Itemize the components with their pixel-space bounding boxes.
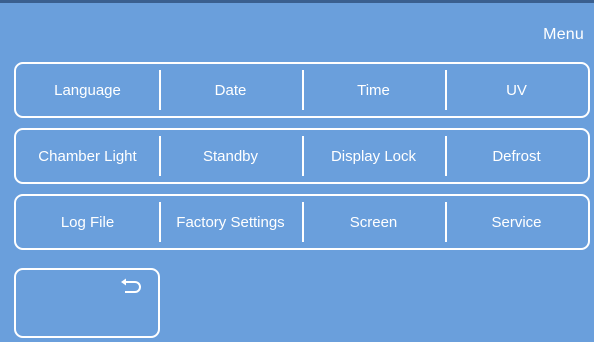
menu-row-1: Language Date Time UV	[14, 62, 590, 118]
return-arrow-icon	[121, 278, 141, 293]
menu-item-uv[interactable]: UV	[445, 64, 588, 116]
menu-item-language[interactable]: Language	[16, 64, 159, 116]
menu-row-3: Log File Factory Settings Screen Service	[14, 194, 590, 250]
menu-item-defrost[interactable]: Defrost	[445, 130, 588, 182]
page-title: Menu	[543, 26, 584, 43]
menu-row-2: Chamber Light Standby Display Lock Defro…	[14, 128, 590, 184]
back-button[interactable]	[14, 268, 160, 338]
menu-item-log-file[interactable]: Log File	[16, 196, 159, 248]
menu-item-service[interactable]: Service	[445, 196, 588, 248]
menu-item-screen[interactable]: Screen	[302, 196, 445, 248]
menu-item-display-lock[interactable]: Display Lock	[302, 130, 445, 182]
menu-item-date[interactable]: Date	[159, 64, 302, 116]
menu-item-standby[interactable]: Standby	[159, 130, 302, 182]
top-divider	[0, 0, 594, 3]
menu-item-chamber-light[interactable]: Chamber Light	[16, 130, 159, 182]
menu-item-factory-settings[interactable]: Factory Settings	[159, 196, 302, 248]
menu-item-time[interactable]: Time	[302, 64, 445, 116]
